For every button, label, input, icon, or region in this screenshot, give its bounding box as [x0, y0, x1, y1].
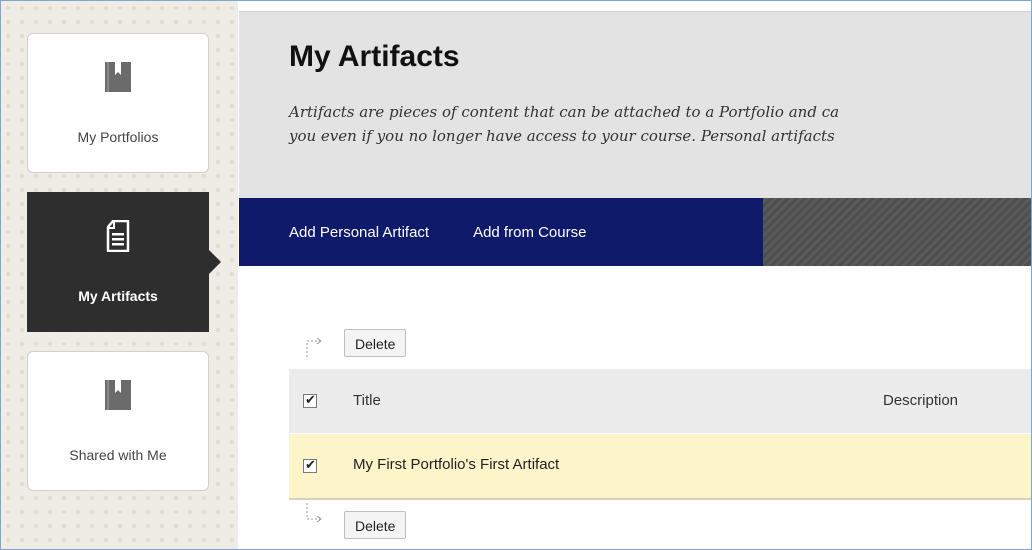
bookmark-book-icon — [105, 380, 131, 410]
sidebar-item-label: My Artifacts — [78, 288, 158, 304]
page-description: Artifacts are pieces of content that can… — [289, 100, 1031, 148]
table-row: My First Portfolio's First Artifact — [289, 434, 1031, 500]
add-personal-artifact-button[interactable]: Add Personal Artifact — [239, 224, 429, 241]
delete-button-bottom[interactable]: Delete — [344, 511, 407, 539]
sidebar: My Portfolios My Artifacts Shared with M… — [1, 1, 238, 549]
document-icon — [106, 220, 130, 252]
sidebar-item-shared-with-me[interactable]: Shared with Me — [27, 351, 209, 491]
column-header-title[interactable]: Title — [353, 392, 381, 409]
sidebar-item-my-portfolios[interactable]: My Portfolios — [27, 33, 209, 173]
sidebar-item-label: Shared with Me — [69, 447, 167, 463]
description-line: Artifacts are pieces of content that can… — [289, 103, 840, 121]
row-checkbox[interactable] — [303, 457, 317, 473]
sidebar-item-my-artifacts[interactable]: My Artifacts — [27, 192, 221, 332]
active-pointer-arrow — [209, 250, 221, 274]
table-header-row: Title Description — [289, 369, 1031, 433]
app-frame: My Portfolios My Artifacts Shared with M… — [0, 0, 1032, 550]
delete-button-top[interactable]: Delete — [344, 329, 407, 357]
add-from-course-button[interactable]: Add from Course — [429, 224, 586, 241]
artifact-title-link[interactable]: My First Portfolio's First Artifact — [353, 456, 559, 473]
connector-arrow-icon — [306, 503, 322, 523]
connector-arrow-icon — [306, 337, 322, 357]
bookmark-book-icon — [105, 62, 131, 92]
sidebar-item-label: My Portfolios — [77, 129, 159, 145]
column-header-description[interactable]: Description — [883, 392, 958, 409]
description-line: you even if you no longer have access to… — [289, 127, 835, 145]
action-bar-tabs: Add Personal Artifact Add from Course — [239, 198, 763, 266]
select-all-checkbox[interactable] — [303, 392, 317, 408]
action-bar: Add Personal Artifact Add from Course — [239, 198, 1031, 266]
page-header: My Artifacts Artifacts are pieces of con… — [239, 11, 1031, 198]
page-title: My Artifacts — [289, 40, 460, 73]
